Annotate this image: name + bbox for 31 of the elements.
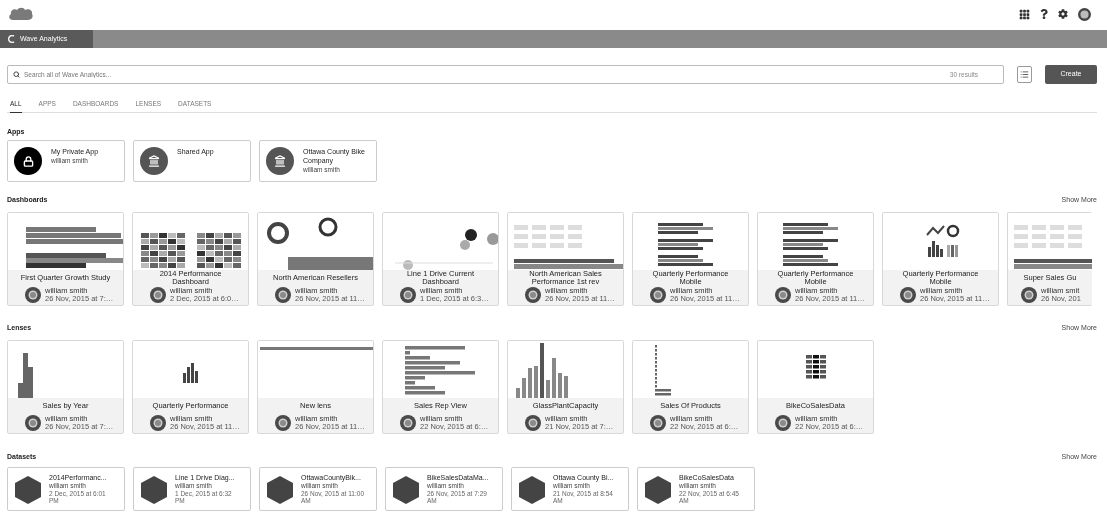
- avatar-icon: [275, 287, 291, 303]
- avatar-icon: [650, 415, 666, 431]
- avatar-icon: [150, 287, 166, 303]
- avatar-icon: [400, 415, 416, 431]
- hexagon-icon: [15, 476, 41, 504]
- list-icon: [1020, 70, 1029, 79]
- hexagon-icon: [393, 476, 419, 504]
- wave-icon: [8, 35, 16, 43]
- avatar-icon: [275, 415, 291, 431]
- list-view-button[interactable]: [1017, 66, 1032, 83]
- avatar-icon: [25, 287, 41, 303]
- settings-icon[interactable]: [1058, 9, 1068, 19]
- search-icon: [13, 71, 20, 78]
- avatar-icon: [900, 287, 916, 303]
- app-launcher-icon[interactable]: [1019, 8, 1030, 20]
- avatar-icon: [1021, 287, 1037, 303]
- help-icon[interactable]: [1040, 9, 1048, 19]
- avatar-icon: [25, 415, 41, 431]
- hexagon-icon: [267, 476, 293, 504]
- hexagon-icon: [519, 476, 545, 504]
- hexagon-icon: [141, 476, 167, 504]
- avatar-icon: [150, 415, 166, 431]
- avatar-icon: [525, 415, 541, 431]
- avatar-icon: [650, 287, 666, 303]
- cloud-logo-icon[interactable]: [8, 6, 34, 22]
- hexagon-icon: [645, 476, 671, 504]
- user-avatar-icon[interactable]: [1078, 7, 1091, 21]
- avatar-icon: [400, 287, 416, 303]
- avatar-icon: [775, 287, 791, 303]
- avatar-icon: [525, 287, 541, 303]
- avatar-icon: [775, 415, 791, 431]
